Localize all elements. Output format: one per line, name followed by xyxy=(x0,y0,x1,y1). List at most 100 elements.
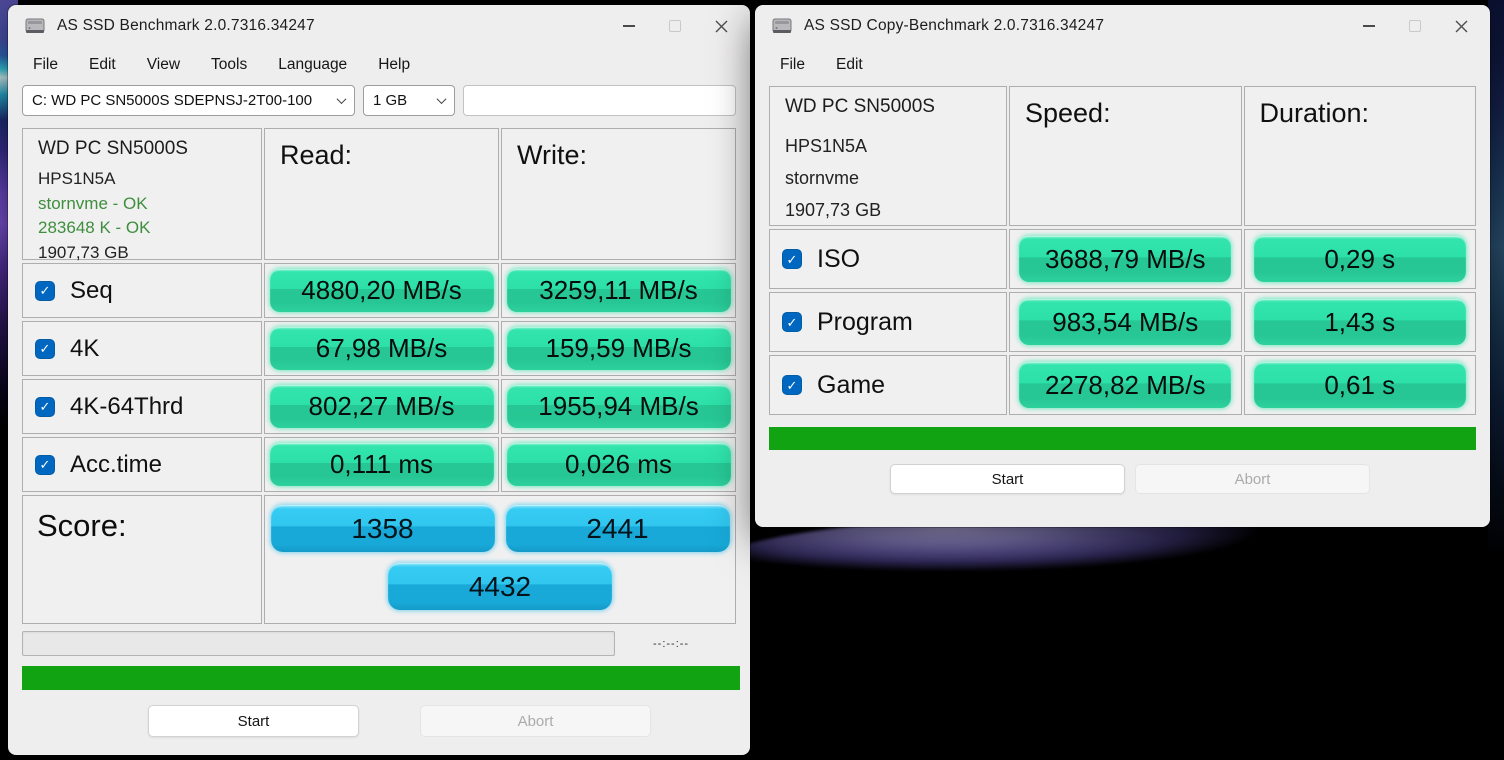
table-row: ✓ 4K 67,98 MB/s 159,59 MB/s xyxy=(22,321,736,376)
checkbox-acc-time[interactable]: ✓ xyxy=(35,454,55,475)
iso-duration-result: 0,29 s xyxy=(1253,236,1466,282)
program-duration-result: 1,43 s xyxy=(1253,299,1466,345)
toolbar-input[interactable] xyxy=(463,85,736,116)
check-icon: ✓ xyxy=(39,283,51,298)
seq-write-result: 3259,11 MB/s xyxy=(506,269,731,312)
desktop-wallpaper-bloom xyxy=(695,514,1485,634)
drive-capacity: 1907,73 GB xyxy=(38,242,129,262)
table-row: ✓ 4K-64Thrd 802,27 MB/s 1955,94 MB/s xyxy=(22,379,736,434)
4k-write-result: 159,59 MB/s xyxy=(506,327,731,370)
row-label: 4K-64Thrd xyxy=(70,392,184,420)
results-grid: WD PC SN5000S HPS1N5A stornvme - OK 2836… xyxy=(22,128,736,624)
read-score: 1358 xyxy=(270,505,495,552)
maximize-button[interactable] xyxy=(1392,10,1438,42)
checkbox-4k[interactable]: ✓ xyxy=(35,338,55,359)
close-icon xyxy=(715,20,727,32)
menu-tools[interactable]: Tools xyxy=(211,56,247,74)
game-duration-result: 0,61 s xyxy=(1253,362,1466,408)
close-button[interactable] xyxy=(698,10,744,42)
drive-info-panel: WD PC SN5000S HPS1N5A stornvme 1907,73 G… xyxy=(769,86,1007,226)
start-button[interactable]: Start xyxy=(890,464,1125,494)
game-speed-result: 2278,82 MB/s xyxy=(1019,362,1232,408)
menu-file[interactable]: File xyxy=(33,56,58,74)
window-controls xyxy=(606,10,744,42)
desktop-wallpaper-right-edge xyxy=(1488,0,1504,560)
progress-bar xyxy=(22,631,615,656)
app-icon xyxy=(25,16,47,36)
title-bar: AS SSD Copy-Benchmark 2.0.7316.34247 xyxy=(755,5,1490,47)
4k64-read-result: 802,27 MB/s xyxy=(269,385,494,428)
toolbar: C: WD PC SN5000S SDEPNSJ-2T00-100 1 GB xyxy=(8,83,750,125)
row-label: Acc.time xyxy=(70,450,163,478)
window-controls xyxy=(1346,10,1484,42)
title-bar: AS SSD Benchmark 2.0.7316.34247 xyxy=(8,5,750,47)
test-size-value: 1 GB xyxy=(373,92,408,109)
table-row: ✓ Program 983,54 MB/s 1,43 s xyxy=(769,292,1476,352)
speed-column-header: Speed: xyxy=(1009,86,1242,226)
abort-button[interactable]: Abort xyxy=(420,705,651,737)
drive-capacity: 1907,73 GB xyxy=(785,200,882,220)
drive-firmware: HPS1N5A xyxy=(38,169,116,188)
duration-column-header: Duration: xyxy=(1243,86,1476,226)
table-row: ✓ ISO 3688,79 MB/s 0,29 s xyxy=(769,229,1476,289)
test-size-select[interactable]: 1 GB xyxy=(363,85,455,116)
check-icon: ✓ xyxy=(786,377,798,393)
window-title: AS SSD Benchmark 2.0.7316.34247 xyxy=(57,17,315,34)
menu-bar: File Edit View Tools Language Help xyxy=(8,47,750,83)
write-column-header: Write: xyxy=(501,128,736,260)
results-grid: WD PC SN5000S HPS1N5A stornvme 1907,73 G… xyxy=(769,86,1476,415)
benchmark-window: AS SSD Benchmark 2.0.7316.34247 File Edi… xyxy=(8,5,750,755)
check-icon: ✓ xyxy=(39,399,51,414)
checkbox-4k-64thrd[interactable]: ✓ xyxy=(35,396,55,417)
maximize-icon xyxy=(669,20,681,32)
drive-info-panel: WD PC SN5000S HPS1N5A stornvme - OK 2836… xyxy=(22,128,262,262)
checkbox-iso[interactable]: ✓ xyxy=(782,249,802,269)
checkbox-game[interactable]: ✓ xyxy=(782,375,802,395)
menu-view[interactable]: View xyxy=(147,56,180,74)
drive-alignment-status: 283648 K - OK xyxy=(38,218,151,237)
menu-bar: File Edit xyxy=(755,47,1490,83)
menu-edit[interactable]: Edit xyxy=(89,56,116,74)
check-icon: ✓ xyxy=(39,457,51,472)
chevron-down-icon xyxy=(436,94,447,105)
row-label: ISO xyxy=(817,244,861,273)
minimize-button[interactable] xyxy=(606,10,652,42)
row-label: Game xyxy=(817,370,886,399)
seq-read-result: 4880,20 MB/s xyxy=(269,269,494,312)
checkbox-seq[interactable]: ✓ xyxy=(35,280,55,301)
close-icon xyxy=(1455,20,1467,32)
close-button[interactable] xyxy=(1438,10,1484,42)
read-column-header: Read: xyxy=(264,128,499,260)
abort-button[interactable]: Abort xyxy=(1135,464,1370,494)
menu-language[interactable]: Language xyxy=(278,56,347,74)
table-row: ✓ Game 2278,82 MB/s 0,61 s xyxy=(769,355,1476,415)
drive-select-value: C: WD PC SN5000S SDEPNSJ-2T00-100 xyxy=(32,92,313,109)
menu-edit[interactable]: Edit xyxy=(836,56,863,74)
program-speed-result: 983,54 MB/s xyxy=(1019,299,1232,345)
time-display: --:--:-- xyxy=(653,637,690,650)
minimize-button[interactable] xyxy=(1346,10,1392,42)
overall-progress-bar xyxy=(769,427,1476,450)
table-row: ✓ Seq 4880,20 MB/s 3259,11 MB/s xyxy=(22,263,736,318)
menu-help[interactable]: Help xyxy=(378,56,410,74)
drive-model: WD PC SN5000S xyxy=(38,138,188,159)
write-score: 2441 xyxy=(505,505,730,552)
chevron-down-icon xyxy=(336,94,347,105)
score-row: Score: 1358 2441 4432 xyxy=(22,495,736,624)
menu-file[interactable]: File xyxy=(780,56,805,74)
button-row: Start Abort xyxy=(755,464,1490,498)
window-title: AS SSD Copy-Benchmark 2.0.7316.34247 xyxy=(804,17,1105,34)
acc-time-read-result: 0,111 ms xyxy=(269,443,494,486)
drive-model: WD PC SN5000S xyxy=(785,96,935,117)
row-label: Seq xyxy=(70,276,113,304)
drive-select[interactable]: C: WD PC SN5000S SDEPNSJ-2T00-100 xyxy=(22,85,355,116)
minimize-icon xyxy=(1363,25,1375,27)
drive-driver: stornvme xyxy=(785,168,860,188)
drive-firmware: HPS1N5A xyxy=(785,136,868,156)
maximize-button[interactable] xyxy=(652,10,698,42)
drive-driver-status: stornvme - OK xyxy=(38,193,148,213)
app-icon xyxy=(772,16,794,36)
start-button[interactable]: Start xyxy=(148,705,359,737)
checkbox-program[interactable]: ✓ xyxy=(782,312,802,332)
score-label: Score: xyxy=(22,495,262,624)
